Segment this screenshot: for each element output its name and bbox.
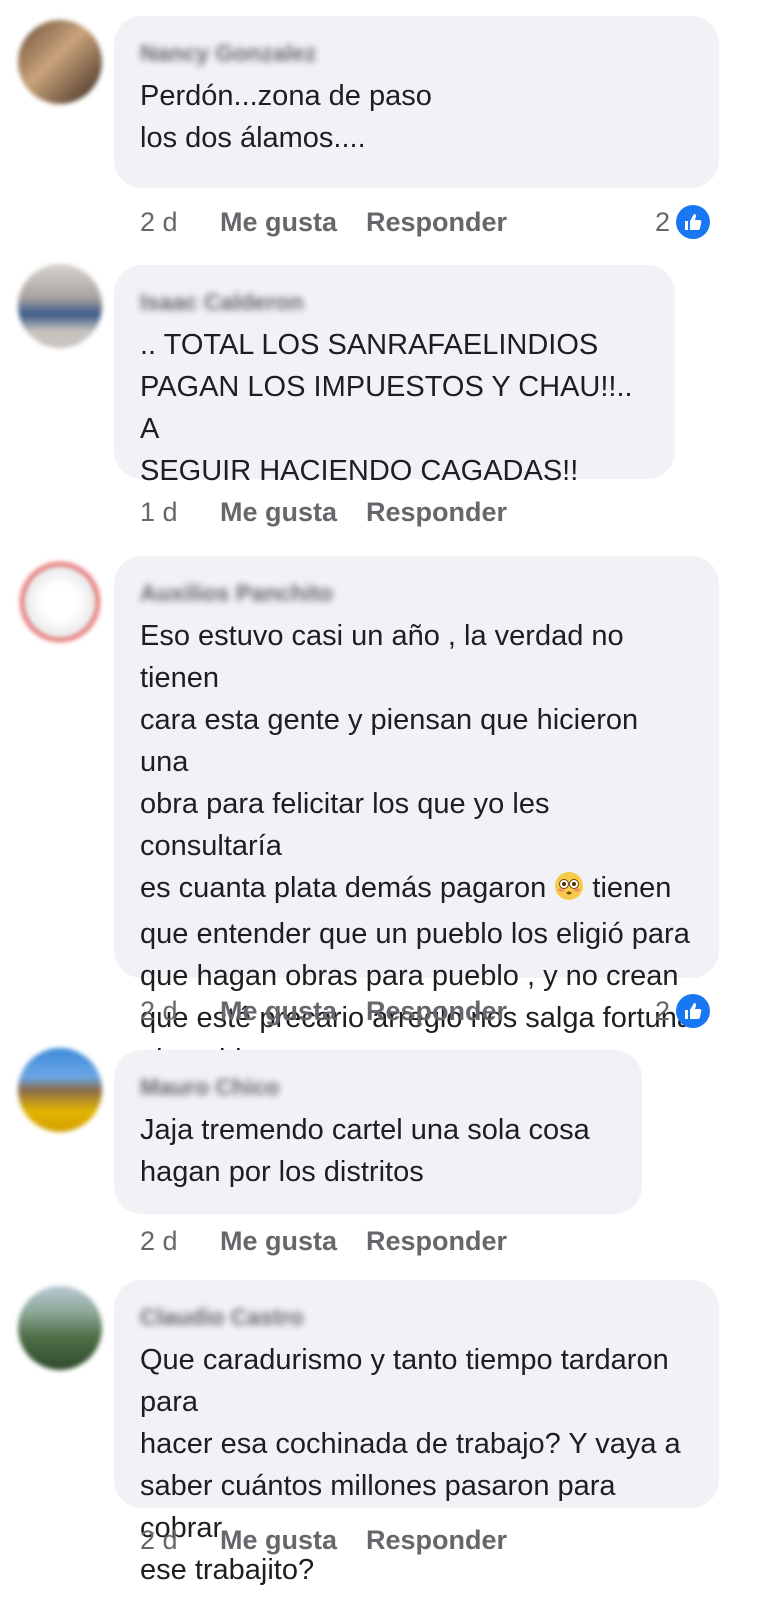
avatar[interactable] xyxy=(18,1286,102,1370)
reaction-count: 2 xyxy=(655,995,671,1026)
flushed-face-emoji xyxy=(554,871,584,913)
comment-bubble: Auxilios Panchito Eso estuvo casi un año… xyxy=(114,556,719,1076)
comment-bubble: Isaac Calderon .. TOTAL LOS SANRAFAELIND… xyxy=(114,265,675,487)
reaction-count: 2 xyxy=(655,206,671,237)
like-button[interactable]: Me gusta xyxy=(220,497,366,528)
comment-author[interactable]: Auxilios Panchito xyxy=(140,580,693,607)
comment-bubble: Nancy Gonzalez Perdón...zona de paso los… xyxy=(114,16,719,188)
reply-button[interactable]: Responder xyxy=(366,1525,507,1556)
comment-actions: 2 d Me gusta Responder xyxy=(140,1221,507,1261)
comment-actions: 2 d Me gusta Responder xyxy=(140,991,507,1031)
comment-timestamp[interactable]: 2 d xyxy=(140,1525,220,1556)
like-button[interactable]: Me gusta xyxy=(220,1226,366,1257)
like-button[interactable]: Me gusta xyxy=(220,207,366,238)
comment-timestamp[interactable]: 2 d xyxy=(140,1226,220,1257)
comment-timestamp[interactable]: 1 d xyxy=(140,497,220,528)
avatar[interactable] xyxy=(18,560,102,644)
reply-button[interactable]: Responder xyxy=(366,497,507,528)
comment-actions: 2 d Me gusta Responder xyxy=(140,202,507,242)
comment-text: Perdón...zona de paso los dos álamos.... xyxy=(140,80,432,154)
comment-author[interactable]: Claudio Castro xyxy=(140,1304,693,1331)
thumbs-up-icon xyxy=(676,994,711,1028)
comment-text: Jaja tremendo cartel una sola cosa hagan… xyxy=(140,1114,590,1188)
avatar[interactable] xyxy=(18,20,102,104)
like-button[interactable]: Me gusta xyxy=(220,996,366,1027)
avatar[interactable] xyxy=(18,264,102,348)
comment-text: .. TOTAL LOS SANRAFAELINDIOS PAGAN LOS I… xyxy=(140,329,633,487)
reaction-summary[interactable]: 2 xyxy=(655,991,711,1031)
comment-author[interactable]: Isaac Calderon xyxy=(140,289,649,316)
comment-author[interactable]: Mauro Chico xyxy=(140,1074,616,1101)
comment-timestamp[interactable]: 2 d xyxy=(140,996,220,1027)
like-button[interactable]: Me gusta xyxy=(220,1525,366,1556)
comment-author[interactable]: Nancy Gonzalez xyxy=(140,40,693,67)
avatar[interactable] xyxy=(18,1048,102,1132)
comment-bubble: Claudio Castro Que caradurismo y tanto t… xyxy=(114,1280,719,1586)
reply-button[interactable]: Responder xyxy=(366,996,507,1027)
comment-text-part: Eso estuvo casi un año , la verdad no ti… xyxy=(140,620,639,904)
reply-button[interactable]: Responder xyxy=(366,1226,507,1257)
comment-bubble: Mauro Chico Jaja tremendo cartel una sol… xyxy=(114,1050,642,1214)
reply-button[interactable]: Responder xyxy=(366,207,507,238)
thumbs-up-icon xyxy=(676,205,711,239)
comment-timestamp[interactable]: 2 d xyxy=(140,207,220,238)
comment-actions: 1 d Me gusta Responder xyxy=(140,492,507,532)
comment-actions: 2 d Me gusta Responder xyxy=(140,1520,507,1560)
reaction-summary[interactable]: 2 xyxy=(655,202,711,242)
